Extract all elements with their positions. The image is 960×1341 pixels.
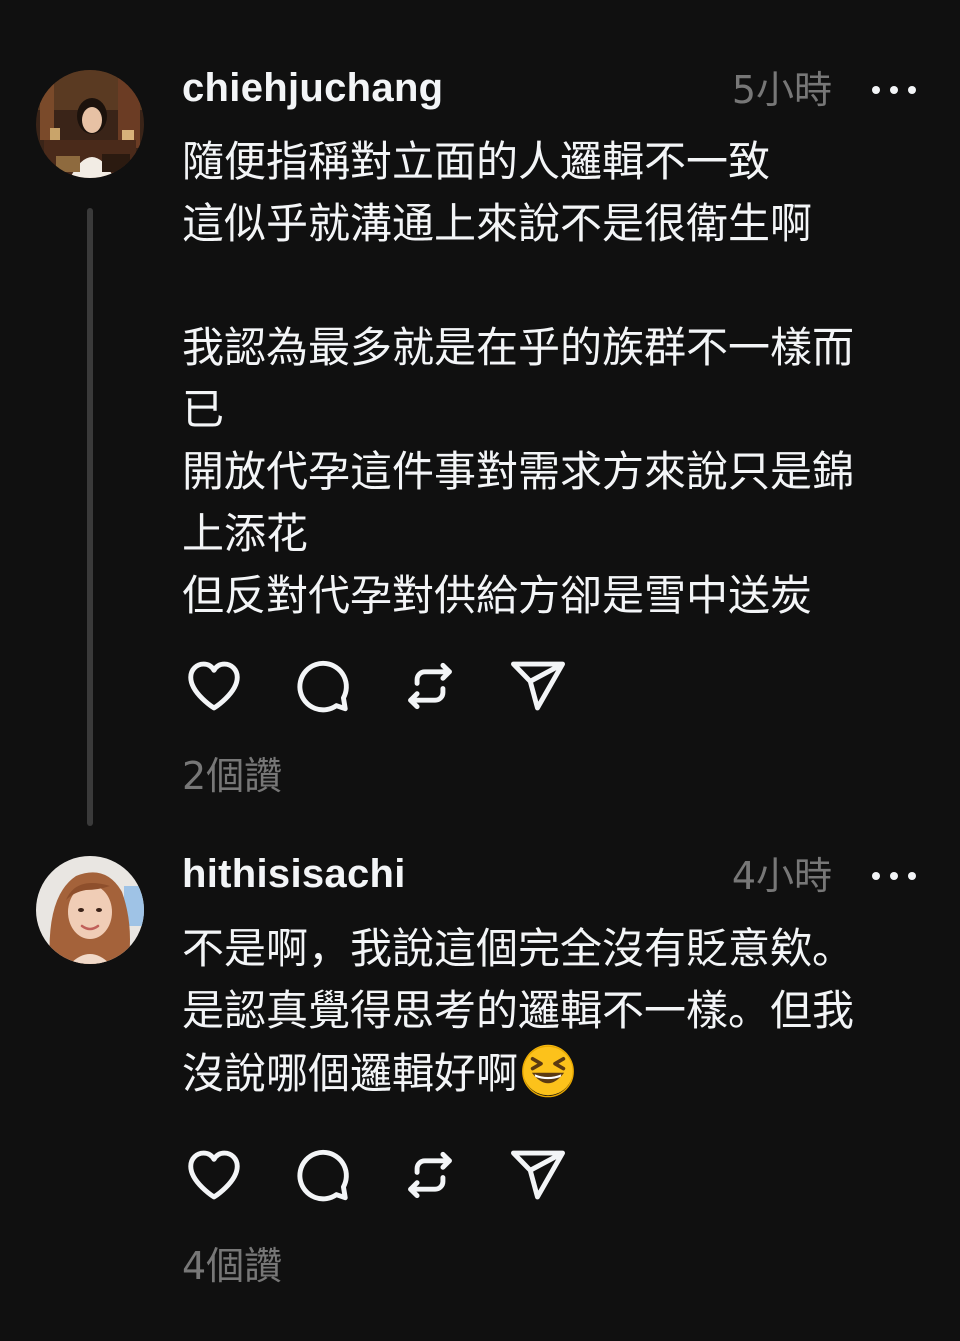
like-button[interactable] — [182, 1143, 246, 1207]
repost-icon — [408, 662, 452, 710]
reply-button[interactable] — [290, 1143, 354, 1207]
send-icon — [511, 1150, 565, 1200]
timestamp: 5小時 — [731, 68, 832, 112]
post-text: 隨便指稱對立面的人邏輯不一致 這似乎就溝通上來說不是很衛生啊 我認為最多就是在乎… — [182, 137, 855, 620]
thread-post: chiehjuchang 5小時 隨便指稱對立面的人邏輯不一致 這似乎就溝通上來… — [0, 0, 960, 830]
more-icon[interactable] — [872, 80, 916, 100]
action-bar — [182, 1145, 614, 1205]
username[interactable]: hithisisachi — [182, 852, 406, 896]
avatar[interactable] — [36, 856, 144, 964]
send-icon — [511, 661, 565, 711]
thread-connector-line — [87, 208, 93, 826]
repost-button[interactable] — [398, 1143, 462, 1207]
share-button[interactable] — [506, 1143, 570, 1207]
avatar-photo — [36, 70, 144, 178]
comment-icon — [297, 660, 349, 713]
more-icon[interactable] — [872, 866, 916, 886]
repost-button[interactable] — [398, 654, 462, 718]
repost-icon — [408, 1151, 452, 1199]
reply-post: hithisisachi 4小時 不是啊，我說這個完全沒有貶意欸。 是認真覺得思… — [0, 830, 960, 1341]
post-text: 不是啊，我說這個完全沒有貶意欸。 是認真覺得思考的邏輯不一樣。但我 沒說哪個邏輯… — [182, 918, 922, 1105]
post-text-content: 不是啊，我說這個完全沒有貶意欸。 是認真覺得思考的邏輯不一樣。但我 沒說哪個邏輯… — [182, 924, 855, 1098]
comment-icon — [297, 1149, 349, 1202]
like-count[interactable]: 2個讚 — [182, 754, 282, 798]
share-button[interactable] — [506, 654, 570, 718]
like-button[interactable] — [182, 654, 246, 718]
heart-icon — [188, 1150, 240, 1200]
reply-button[interactable] — [290, 654, 354, 718]
heart-icon — [188, 661, 240, 711]
grinning-squinting-face-emoji — [522, 1044, 574, 1098]
action-bar — [182, 656, 614, 716]
timestamp: 4小時 — [731, 854, 832, 898]
username[interactable]: chiehjuchang — [182, 66, 443, 110]
avatar[interactable] — [36, 70, 144, 178]
like-count[interactable]: 4個讚 — [182, 1244, 282, 1288]
avatar-photo — [36, 856, 144, 964]
